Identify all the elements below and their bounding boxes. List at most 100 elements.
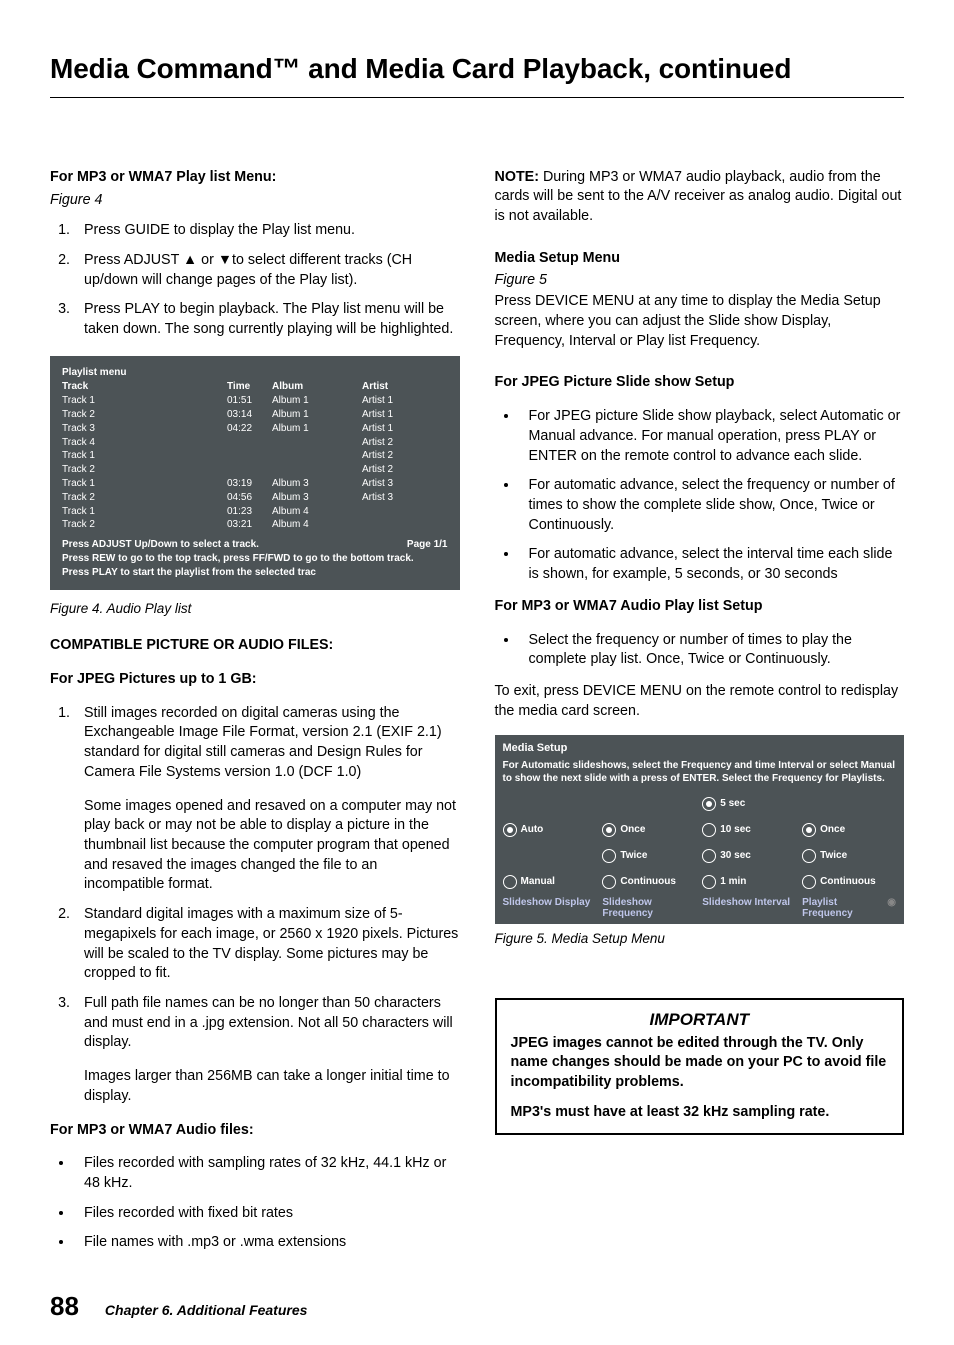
item-sub: Images larger than 256MB can take a long… <box>84 1067 460 1106</box>
cell-artist <box>362 518 422 532</box>
panel-label: Slideshow Interval <box>702 897 796 909</box>
option-auto[interactable]: Auto <box>503 817 597 843</box>
option-label: Continuous <box>820 875 876 889</box>
option-label: 30 sec <box>720 849 751 863</box>
table-row: Track 103:19Album 3Artist 3 <box>62 477 448 491</box>
figure-4-label: Figure 4 <box>50 191 460 211</box>
mp3-playlist-list: Select the frequency or number of times … <box>495 631 905 670</box>
heading-jpeg-slideshow: For JPEG Picture Slide show Setup <box>495 373 905 393</box>
note-text: During MP3 or WMA7 audio playback, audio… <box>495 169 902 224</box>
playlist-header-row: Track Time Album Artist <box>62 380 448 394</box>
list-item: For automatic advance, select the freque… <box>519 476 905 535</box>
list-item: Files recorded with sampling rates of 32… <box>74 1154 460 1193</box>
cell-time: 03:14 <box>227 408 272 422</box>
cell-album <box>272 449 362 463</box>
playlist-steps: Press GUIDE to display the Play list men… <box>50 221 460 340</box>
cell-artist: Artist 1 <box>362 422 422 436</box>
list-item: File names with .mp3 or .wma extensions <box>74 1233 460 1253</box>
cell-track: Track 2 <box>62 408 227 422</box>
playlist-footer-2: Press REW to go to the top track, press … <box>62 552 448 566</box>
panel-label: Slideshow Frequency <box>602 897 696 920</box>
option-once[interactable]: Once <box>602 817 696 843</box>
media-setup-desc: Press DEVICE MENU at any time to display… <box>495 292 905 351</box>
page-title: Media Command™ and Media Card Playback, … <box>50 50 904 89</box>
jpeg-notes: Still images recorded on digital cameras… <box>50 704 460 1107</box>
media-setup-description: For Automatic slideshows, select the Fre… <box>503 759 897 785</box>
list-item: Press GUIDE to display the Play list men… <box>74 221 460 241</box>
audio-file-list: Files recorded with sampling rates of 32… <box>50 1154 460 1253</box>
cell-artist <box>362 505 422 519</box>
cell-album: Album 4 <box>272 518 362 532</box>
option-continuous[interactable]: Continuous <box>802 869 896 895</box>
option-continuous[interactable]: Continuous <box>602 869 696 895</box>
list-item: Press PLAY to begin playback. The Play l… <box>74 300 460 339</box>
radio-icon <box>503 875 517 889</box>
option-label: Auto <box>521 823 544 837</box>
page-indicator: Page 1/1 <box>407 538 448 552</box>
option-manual[interactable]: Manual <box>503 869 597 895</box>
cell-time: 01:23 <box>227 505 272 519</box>
item-text: Full path file names can be no longer th… <box>84 995 453 1050</box>
right-column: NOTE: During MP3 or WMA7 audio playback,… <box>495 168 905 1266</box>
cell-artist: Artist 2 <box>362 436 422 450</box>
panel-label-row: Playlist Frequency ◉ <box>802 897 896 920</box>
cell-album <box>272 463 362 477</box>
heading-playlist-menu: For MP3 or WMA7 Play list Menu: <box>50 168 460 188</box>
table-row: Track 101:23Album 4 <box>62 505 448 519</box>
option-twice[interactable]: Twice <box>602 843 696 869</box>
cell-album: Album 4 <box>272 505 362 519</box>
radio-icon <box>802 823 816 837</box>
jpeg-slideshow-list: For JPEG picture Slide show playback, se… <box>495 407 905 585</box>
cell-artist: Artist 1 <box>362 408 422 422</box>
heading-media-setup: Media Setup Menu <box>495 249 905 269</box>
playlist-footer-1: Press ADJUST Up/Down to select a track. … <box>62 538 448 552</box>
option-twice[interactable]: Twice <box>802 843 896 869</box>
cell-time <box>227 463 272 477</box>
option-label: Twice <box>820 849 847 863</box>
note-label: NOTE: <box>495 169 539 185</box>
item-text: Still images recorded on digital cameras… <box>84 705 442 780</box>
list-item: Standard digital images with a maximum s… <box>74 905 460 984</box>
radio-icon <box>702 875 716 889</box>
col-track: Track <box>62 380 227 394</box>
page-footer: 88 Chapter 6. Additional Features <box>50 1289 904 1325</box>
chapter-label: Chapter 6. Additional Features <box>105 1302 308 1318</box>
option-30sec[interactable]: 30 sec <box>702 843 796 869</box>
option-label: Continuous <box>620 875 676 889</box>
table-row: Track 203:21Album 4 <box>62 518 448 532</box>
important-box: IMPORTANT JPEG images cannot be edited t… <box>495 998 905 1134</box>
option-label: Once <box>820 823 845 837</box>
playlist-frequency-panel: x Once Twice Continuous Playlist Frequen… <box>802 791 896 920</box>
cell-track: Track 2 <box>62 491 227 505</box>
cell-time <box>227 449 272 463</box>
list-item: Full path file names can be no longer th… <box>74 994 460 1107</box>
heading-compatible-files: COMPATIBLE PICTURE OR AUDIO FILES: <box>50 636 460 656</box>
cell-track: Track 2 <box>62 518 227 532</box>
important-p2: MP3's must have at least 32 kHz sampling… <box>511 1103 889 1123</box>
item-sub: Some images opened and resaved on a comp… <box>84 797 460 896</box>
option-label: Twice <box>620 849 647 863</box>
figure-5-media-setup: Media Setup For Automatic slideshows, se… <box>495 735 905 923</box>
cell-artist: Artist 3 <box>362 477 422 491</box>
table-row: Track 2Artist 2 <box>62 463 448 477</box>
option-1min[interactable]: 1 min <box>702 869 796 895</box>
more-icon: ◉ <box>887 897 896 920</box>
cell-time: 01:51 <box>227 394 272 408</box>
cell-time: 04:22 <box>227 422 272 436</box>
cell-album: Album 1 <box>272 408 362 422</box>
option-10sec[interactable]: 10 sec <box>702 817 796 843</box>
cell-album: Album 1 <box>272 394 362 408</box>
figure-4-caption: Figure 4. Audio Play list <box>50 600 460 619</box>
cell-artist: Artist 1 <box>362 394 422 408</box>
exit-instruction: To exit, press DEVICE MENU on the remote… <box>495 682 905 721</box>
radio-icon <box>503 823 517 837</box>
option-5sec[interactable]: 5 sec <box>702 791 796 817</box>
figure-4-playlist: Playlist menu Track Time Album Artist Tr… <box>50 356 460 590</box>
option-once[interactable]: Once <box>802 817 896 843</box>
cell-track: Track 1 <box>62 505 227 519</box>
radio-icon <box>602 823 616 837</box>
list-item: Press ADJUST ▲ or ▼to select different t… <box>74 251 460 290</box>
cell-artist: Artist 2 <box>362 449 422 463</box>
table-row: Track 304:22Album 1Artist 1 <box>62 422 448 436</box>
radio-icon <box>802 875 816 889</box>
